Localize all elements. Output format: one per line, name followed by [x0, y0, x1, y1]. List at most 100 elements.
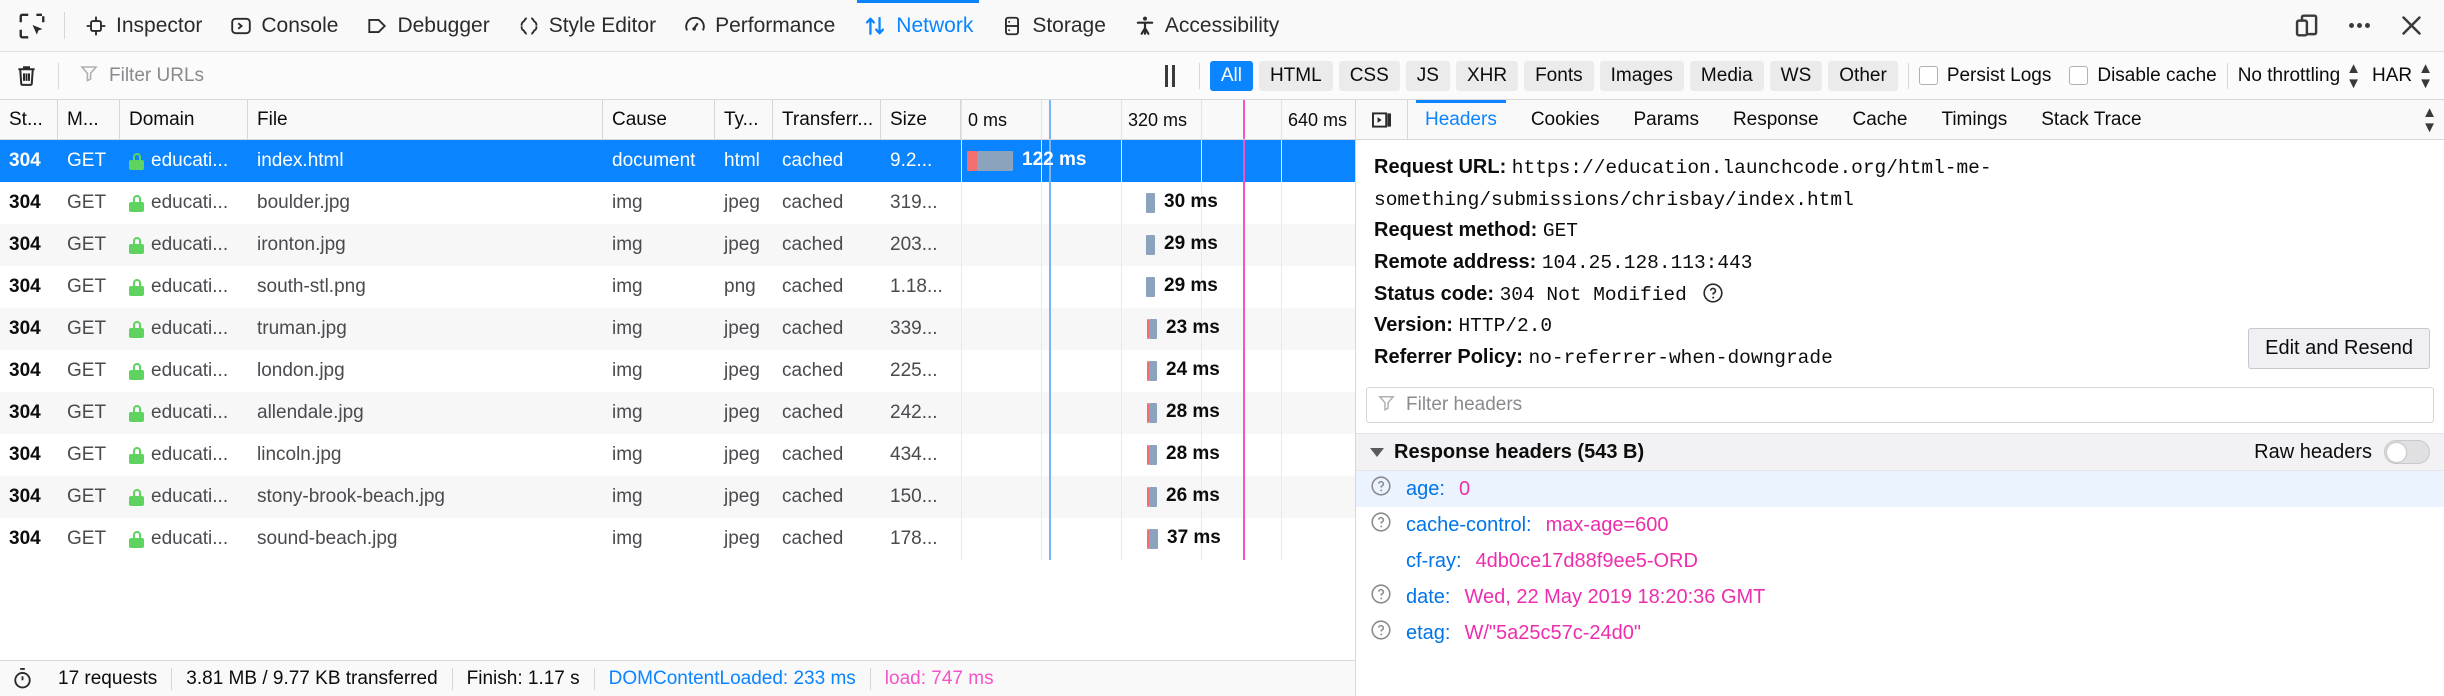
load-marker: [1243, 308, 1245, 350]
disable-cache-checkbox[interactable]: Disable cache: [2069, 65, 2216, 87]
pause-icon[interactable]: [1151, 65, 1189, 87]
style-editor-icon: [518, 15, 540, 37]
cell-method: GET: [58, 140, 120, 182]
tabbar-scroll-arrows[interactable]: ▲▼: [2414, 100, 2444, 139]
column-header-domain[interactable]: Domain: [120, 100, 248, 139]
tab-storage[interactable]: Storage: [987, 0, 1120, 51]
filter-pill-other[interactable]: Other: [1828, 61, 1898, 91]
cell-domain: educati...: [120, 434, 248, 476]
details-tab-cookies[interactable]: Cookies: [1514, 100, 1617, 139]
timeline-gridline: [1281, 392, 1282, 434]
edit-and-resend-button[interactable]: Edit and Resend: [2248, 328, 2430, 369]
details-tab-timings[interactable]: Timings: [1924, 100, 2024, 139]
header-row[interactable]: cf-ray:4db0ce17d88f9ee5-ORD: [1356, 543, 2444, 579]
table-row[interactable]: 304GETeducati...lincoln.jpgimgjpegcached…: [0, 434, 1355, 476]
cell-type: png: [715, 266, 773, 308]
column-header-method[interactable]: M...: [58, 100, 120, 139]
table-row[interactable]: 304GETeducati...index.htmldocumenthtmlca…: [0, 140, 1355, 182]
trash-icon[interactable]: [4, 63, 48, 88]
tab-label: Accessibility: [1165, 14, 1279, 38]
help-icon[interactable]: [1370, 475, 1392, 503]
lock-icon: [129, 153, 144, 170]
filter-urls-placeholder: Filter URLs: [109, 65, 204, 87]
column-header-cause[interactable]: Cause: [603, 100, 715, 139]
throttling-dropdown[interactable]: No throttling ▲▼: [2238, 61, 2360, 91]
table-row[interactable]: 304GETeducati...stony-brook-beach.jpgimg…: [0, 476, 1355, 518]
tab-performance[interactable]: Performance: [670, 0, 849, 51]
response-headers-section-header[interactable]: Response headers (543 B) Raw headers: [1356, 433, 2444, 471]
tab-accessibility[interactable]: Accessibility: [1120, 0, 1293, 51]
details-tab-params[interactable]: Params: [1616, 100, 1715, 139]
header-row[interactable]: date:Wed, 22 May 2019 18:20:36 GMT: [1356, 579, 2444, 615]
filter-headers-input[interactable]: Filter headers: [1366, 387, 2434, 423]
column-header-status[interactable]: St...: [0, 100, 58, 139]
collapse-panel-icon[interactable]: [1356, 100, 1408, 139]
timeline-gridline: [1041, 518, 1042, 560]
column-header-size[interactable]: Size: [881, 100, 961, 139]
filter-pill-css[interactable]: CSS: [1339, 61, 1400, 91]
persist-logs-checkbox[interactable]: Persist Logs: [1919, 65, 2052, 87]
filter-pill-js[interactable]: JS: [1406, 61, 1450, 91]
cell-file: index.html: [248, 140, 603, 182]
table-row[interactable]: 304GETeducati...allendale.jpgimgjpegcach…: [0, 392, 1355, 434]
details-tab-stack-trace[interactable]: Stack Trace: [2024, 100, 2158, 139]
cell-cause: img: [603, 182, 715, 224]
timeline-gridline: [1281, 182, 1282, 224]
filter-pill-ws[interactable]: WS: [1770, 61, 1823, 91]
request-rows: 304GETeducati...index.htmldocumenthtmlca…: [0, 140, 1355, 660]
cell-status: 304: [0, 350, 58, 392]
table-row[interactable]: 304GETeducati...ironton.jpgimgjpegcached…: [0, 224, 1355, 266]
timeline-gridline: [1041, 392, 1042, 434]
filter-pill-media[interactable]: Media: [1690, 61, 1764, 91]
close-icon[interactable]: [2388, 3, 2434, 49]
cell-size: 1.18...: [881, 266, 961, 308]
dom-content-loaded-marker: [1049, 266, 1051, 308]
responsive-design-mode-icon[interactable]: [2284, 3, 2330, 49]
tool-tabs: Inspector Console Debugger: [71, 0, 2284, 51]
header-row[interactable]: cache-control:max-age=600: [1356, 507, 2444, 543]
table-row[interactable]: 304GETeducati...truman.jpgimgjpegcached3…: [0, 308, 1355, 350]
table-row[interactable]: 304GETeducati...sound-beach.jpgimgjpegca…: [0, 518, 1355, 560]
cell-method: GET: [58, 476, 120, 518]
cell-status: 304: [0, 266, 58, 308]
timing-bar: [1149, 487, 1157, 507]
filter-urls-input[interactable]: Filter URLs: [69, 63, 1151, 89]
table-row[interactable]: 304GETeducati...boulder.jpgimgjpegcached…: [0, 182, 1355, 224]
filter-pill-xhr[interactable]: XHR: [1456, 61, 1518, 91]
domain-text: educati...: [151, 402, 228, 424]
toolbar-right-controls: [2284, 0, 2434, 51]
more-options-icon[interactable]: [2336, 3, 2382, 49]
tab-style-editor[interactable]: Style Editor: [504, 0, 670, 51]
details-tab-cache[interactable]: Cache: [1836, 100, 1925, 139]
tab-network[interactable]: Network: [849, 0, 987, 51]
help-icon[interactable]: [1702, 282, 1724, 304]
filter-pill-all[interactable]: All: [1210, 61, 1253, 91]
column-header-type[interactable]: Ty...: [715, 100, 773, 139]
details-tab-headers[interactable]: Headers: [1408, 100, 1514, 139]
header-row[interactable]: etag:W/"5a25c57c-24d0": [1356, 615, 2444, 651]
element-picker-icon[interactable]: [6, 0, 58, 51]
tab-console[interactable]: Console: [216, 0, 352, 51]
chevron-updown-icon: ▲▼: [2346, 61, 2360, 91]
filter-pill-fonts[interactable]: Fonts: [1524, 61, 1594, 91]
har-dropdown[interactable]: HAR ▲▼: [2372, 61, 2432, 91]
column-header-transferred[interactable]: Transferr...: [773, 100, 881, 139]
details-tab-response[interactable]: Response: [1716, 100, 1836, 139]
twisty-down-icon: [1370, 448, 1384, 457]
filter-pill-html[interactable]: HTML: [1259, 61, 1333, 91]
table-row[interactable]: 304GETeducati...south-stl.pngimgpngcache…: [0, 266, 1355, 308]
raw-headers-control[interactable]: Raw headers: [2254, 440, 2430, 464]
tab-inspector[interactable]: Inspector: [71, 0, 216, 51]
timeline-gridline: [1041, 224, 1042, 266]
help-icon[interactable]: [1370, 511, 1392, 539]
help-icon[interactable]: [1370, 583, 1392, 611]
column-header-timeline[interactable]: 0 ms 320 ms 640 ms: [961, 100, 1355, 139]
filter-pill-images[interactable]: Images: [1600, 61, 1684, 91]
help-icon[interactable]: [1370, 619, 1392, 647]
tab-debugger[interactable]: Debugger: [352, 0, 503, 51]
header-row[interactable]: age:0: [1356, 471, 2444, 507]
table-row[interactable]: 304GETeducati...london.jpgimgjpegcached2…: [0, 350, 1355, 392]
cell-transferred: cached: [773, 266, 881, 308]
column-header-file[interactable]: File: [248, 100, 603, 139]
raw-headers-toggle[interactable]: [2384, 440, 2430, 464]
